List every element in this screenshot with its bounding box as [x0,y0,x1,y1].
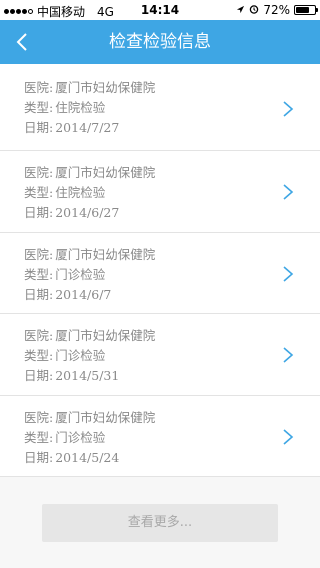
date-value: 2014/5/31 [55,368,120,383]
date-value: 2014/6/7 [55,286,112,302]
navigation-bar: 检查检验信息 [0,20,320,64]
hospital-label: 医院: [24,409,54,425]
record-list: 医院: 厦门市妇幼保健院 类型: 住院检验 日期: 2014/7/27 医院: 厦门市妇… [0,64,320,477]
date-value: 2014/6/27 [55,205,120,220]
status-bar: 中国移动 4G 14:14 72% [0,0,320,20]
hospital-value: 厦门市妇幼保健院 [55,80,156,95]
type-value: 住院检验 [55,100,106,115]
record-details: 医院: 厦门市妇幼保健院 类型: 住院检验 日期: 2014/7/27 [24,78,155,138]
type-label: 类型: [24,266,54,282]
hospital-label: 医院: [24,165,54,180]
date-label: 日期: [24,449,54,465]
list-item[interactable]: 医院: 厦门市妇幼保健院 类型: 门诊检验 日期: 2014/5/24 [0,395,320,477]
record-details: 医院: 厦门市妇幼保健院 类型: 住院检验 日期: 2014/6/27 [24,163,155,223]
type-label: 类型: [24,185,54,200]
battery-icon [294,5,318,15]
hospital-value: 厦门市妇幼保健院 [55,328,156,343]
date-value: 2014/5/24 [55,449,120,465]
list-item[interactable]: 医院: 厦门市妇幼保健院 类型: 住院检验 日期: 2014/7/27 [0,64,320,151]
location-icon [236,3,245,17]
record-details: 医院: 厦门市妇幼保健院 类型: 门诊检验 日期: 2014/6/7 [24,245,155,305]
hospital-value: 厦门市妇幼保健院 [55,165,156,180]
type-value: 门诊检验 [55,348,106,363]
hospital-label: 医院: [24,328,54,343]
date-label: 日期: [24,205,54,220]
page-title: 检查检验信息 [109,32,211,52]
list-item[interactable]: 医院: 厦门市妇幼保健院 类型: 住院检验 日期: 2014/6/27 [0,151,320,233]
list-item[interactable]: 医院: 厦门市妇幼保健院 类型: 门诊检验 日期: 2014/5/31 [0,314,320,396]
hospital-value: 厦门市妇幼保健院 [55,246,156,262]
date-label: 日期: [24,120,54,135]
hospital-value: 厦门市妇幼保健院 [55,409,156,425]
record-details: 医院: 厦门市妇幼保健院 类型: 门诊检验 日期: 2014/5/24 [24,408,155,468]
alarm-icon [249,3,259,17]
date-label: 日期: [24,286,54,302]
content-area: 医院: 厦门市妇幼保健院 类型: 住院检验 日期: 2014/7/27 医院: 厦门市妇… [0,64,320,568]
date-value: 2014/7/27 [55,120,120,135]
chevron-right-icon [283,265,294,282]
type-value: 住院检验 [55,185,106,200]
hospital-label: 医院: [24,80,54,95]
chevron-right-icon [283,101,294,117]
type-label: 类型: [24,429,54,445]
date-label: 日期: [24,368,54,383]
load-more-button[interactable]: 查看更多... [42,504,278,542]
chevron-right-icon [283,184,294,200]
list-item[interactable]: 医院: 厦门市妇幼保健院 类型: 门诊检验 日期: 2014/6/7 [0,232,320,314]
type-label: 类型: [24,100,54,115]
type-label: 类型: [24,348,54,363]
type-value: 门诊检验 [55,266,106,282]
status-right: 72% [236,3,318,17]
chevron-right-icon [283,428,294,445]
type-value: 门诊检验 [55,429,106,445]
chevron-right-icon [283,347,294,363]
record-details: 医院: 厦门市妇幼保健院 类型: 门诊检验 日期: 2014/5/31 [24,326,155,386]
battery-percent: 72% [263,3,290,17]
hospital-label: 医院: [24,246,54,262]
